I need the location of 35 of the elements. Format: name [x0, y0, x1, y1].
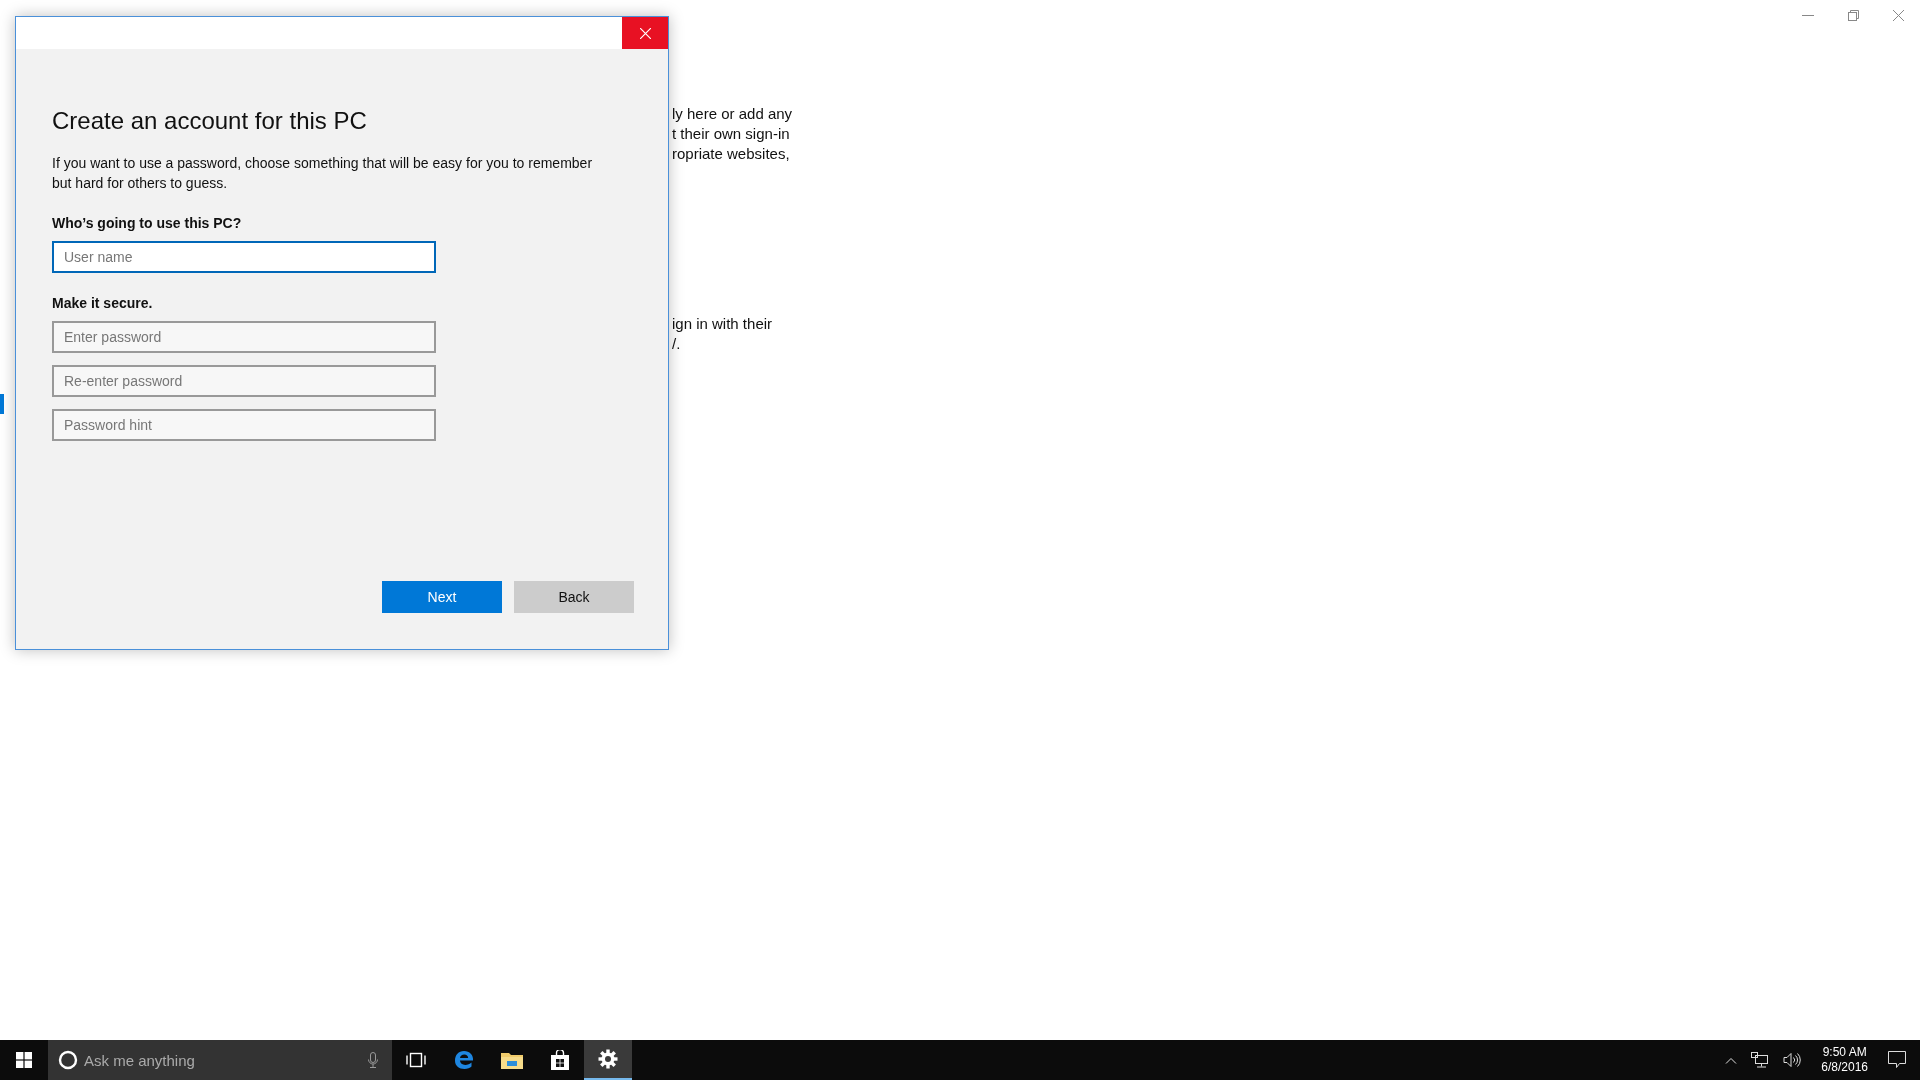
selection-indicator [0, 394, 4, 414]
clock-date: 6/8/2016 [1821, 1060, 1868, 1075]
circle-icon [58, 1050, 78, 1070]
field-label: Who’s going to use this PC? [52, 215, 243, 231]
clock-time: 9:50 AM [1822, 1045, 1867, 1060]
folder-icon[interactable] [501, 1051, 523, 1069]
windows-logo-icon [16, 1052, 32, 1068]
browser-icon[interactable] [454, 1050, 474, 1070]
field-label: Make it secure. [52, 295, 154, 311]
shopping-bag-icon[interactable] [551, 1050, 569, 1070]
next-button[interactable]: Next [382, 581, 502, 613]
restore-icon[interactable] [1848, 10, 1859, 21]
dialog-title: Create an account for this PC [52, 107, 368, 135]
body-text: /. [672, 334, 682, 354]
search-field[interactable]: Ask me anything [48, 1040, 392, 1080]
body-text: t their own sign-in [672, 124, 791, 144]
close-icon [639, 27, 651, 39]
body-text: ign in with their [672, 314, 774, 334]
body-text: ly here or add any [672, 104, 793, 124]
task-view-icon[interactable] [406, 1052, 426, 1068]
input-field[interactable]: User name [52, 241, 436, 273]
notification-icon[interactable] [1888, 1051, 1906, 1069]
chevron-up-icon[interactable] [1725, 1056, 1738, 1064]
close-icon[interactable] [1893, 10, 1904, 21]
input-field[interactable]: Enter password [52, 321, 436, 353]
input-field[interactable]: Password hint [52, 409, 436, 441]
body-text: ropriate websites, [672, 144, 791, 164]
settings-icon[interactable] [598, 1049, 618, 1069]
minimize-icon[interactable] [1802, 14, 1814, 17]
back-button[interactable]: Back [514, 581, 634, 613]
network-icon[interactable] [1751, 1052, 1770, 1068]
microphone-icon[interactable] [368, 1052, 378, 1068]
speaker-icon[interactable] [1783, 1052, 1802, 1068]
input-field[interactable]: Re-enter password [52, 365, 436, 397]
dialog-description: If you want to use a password, choose something that will be easy for you to remember but hard for others to guess. [52, 154, 594, 193]
